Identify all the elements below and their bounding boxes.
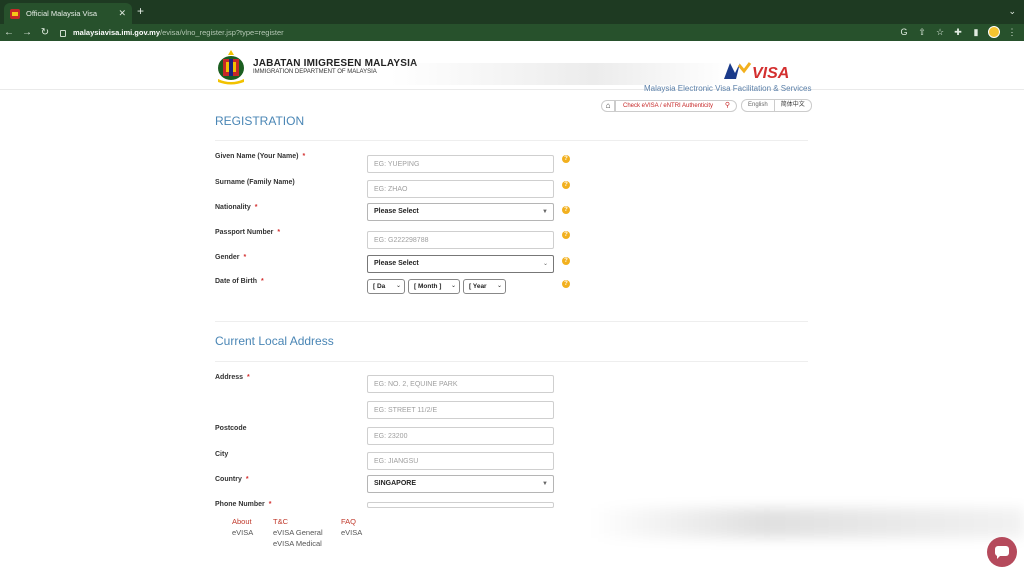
search-icon: ⚲ (724, 102, 730, 109)
help-icon[interactable]: ? (562, 181, 570, 189)
home-icon: ⌂ (605, 101, 611, 110)
forward-icon[interactable]: → (18, 27, 36, 38)
check-authenticity-button[interactable]: Check eVISA / eNTRI Authenticity ⚲ (615, 100, 737, 112)
registration-title: REGISTRATION (215, 114, 305, 128)
myvisa-logo[interactable]: VISA (722, 61, 810, 81)
browser-tab-bar: Official Malaysia Visa ✕ + ⌄ (0, 0, 1024, 24)
phone-label: Phone Number * (215, 501, 272, 508)
malaysia-crest-icon (218, 50, 244, 85)
google-icon[interactable]: G (898, 26, 910, 38)
svg-text:VISA: VISA (752, 65, 789, 81)
chevron-down-icon: ⌄ (496, 283, 502, 289)
surname-label: Surname (Family Name) (215, 179, 295, 186)
postcode-input[interactable] (367, 427, 554, 445)
nationality-label: Nationality * (215, 204, 258, 211)
surname-input[interactable] (367, 180, 554, 198)
home-button[interactable]: ⌂ (601, 100, 615, 112)
menu-kebab-icon[interactable]: ⋮ (1006, 26, 1018, 38)
footer-faq-evisa-link[interactable]: eVISA (341, 528, 362, 537)
tab-title: Official Malaysia Visa (26, 9, 98, 18)
share-icon[interactable]: ⇧ (916, 26, 928, 38)
address-title: Current Local Address (215, 334, 334, 348)
country-label: Country * (215, 476, 249, 483)
browser-actions: G ⇧ ☆ ✚ ▮ ⋮ (898, 26, 1018, 38)
sidebar-icon[interactable]: ▮ (970, 26, 982, 38)
section-divider (215, 361, 808, 362)
lang-english-button[interactable]: English (742, 100, 774, 111)
help-icon[interactable]: ? (562, 257, 570, 265)
bookmark-star-icon[interactable]: ☆ (934, 26, 946, 38)
help-icon[interactable]: ? (562, 206, 570, 214)
country-select[interactable]: SINGAPORE ▼ (367, 475, 554, 493)
gender-label: Gender * (215, 254, 247, 261)
chevron-down-icon: ▼ (542, 209, 548, 215)
dob-month-select[interactable]: [ Month ] ⌄ (408, 279, 460, 294)
postcode-label: Postcode (215, 425, 247, 432)
chevron-down-icon: ▼ (542, 481, 548, 487)
department-name-english: IMMIGRATION DEPARTMENT OF MALAYSIA (253, 69, 377, 75)
footer-tc-general-link[interactable]: eVISA General (273, 528, 323, 537)
city-label: City (215, 451, 229, 458)
back-icon[interactable]: ← (0, 27, 18, 38)
extensions-icon[interactable]: ✚ (952, 26, 964, 38)
nationality-select[interactable]: Please Select ▼ (367, 203, 554, 221)
chat-bubble-icon[interactable] (987, 537, 1017, 567)
passport-input[interactable] (367, 231, 554, 249)
reload-icon[interactable]: ↻ (36, 27, 54, 38)
footer-tc-link[interactable]: T&C (273, 517, 288, 526)
footer-tc-medical-link[interactable]: eVISA Medical (273, 539, 322, 548)
lock-icon (60, 30, 66, 37)
lang-chinese-button[interactable]: 简体中文 (773, 100, 811, 111)
url-text: malaysiavisa.imi.gov.my/evisa/vlno_regis… (73, 28, 284, 37)
check-authenticity-label: Check eVISA / eNTRI Authenticity (623, 103, 714, 109)
help-icon[interactable]: ? (562, 231, 570, 239)
given-name-input[interactable] (367, 155, 554, 173)
section-divider (215, 321, 808, 322)
chevron-down-icon: ⌄ (395, 283, 401, 289)
header-banner (390, 63, 730, 85)
footer-faq-link[interactable]: FAQ (341, 517, 356, 526)
passport-label: Passport Number * (215, 229, 281, 236)
close-tab-icon[interactable]: ✕ (118, 8, 126, 19)
help-icon[interactable]: ? (562, 280, 570, 288)
site-footer (0, 508, 1024, 577)
footer-about-link[interactable]: About (232, 517, 252, 526)
browser-toolbar: ← → ↻ malaysiavisa.imi.gov.my/evisa/vlno… (0, 24, 1024, 41)
given-name-label: Given Name (Your Name) * (215, 153, 306, 160)
browser-tab[interactable]: Official Malaysia Visa ✕ (4, 3, 132, 24)
gender-select[interactable]: Please Select ⌄ (367, 255, 554, 273)
section-divider (215, 140, 808, 141)
address-line2-input[interactable] (367, 401, 554, 419)
help-icon[interactable]: ? (562, 155, 570, 163)
dob-day-select[interactable]: [ Da ⌄ (367, 279, 405, 294)
profile-avatar[interactable] (988, 26, 1000, 38)
footer-shadow (590, 508, 1024, 538)
city-input[interactable] (367, 452, 554, 470)
chevron-down-icon: ⌄ (542, 261, 548, 267)
address-label: Address * (215, 374, 250, 381)
language-switcher: English 简体中文 (741, 99, 812, 112)
chevron-down-icon: ⌄ (450, 283, 456, 289)
tab-search-icon[interactable]: ⌄ (1008, 6, 1016, 17)
new-tab-icon[interactable]: + (137, 4, 144, 18)
url-field[interactable]: malaysiavisa.imi.gov.my/evisa/vlno_regis… (60, 26, 890, 39)
address-line1-input[interactable] (367, 375, 554, 393)
dob-year-select[interactable]: [ Year ⌄ (463, 279, 506, 294)
dob-label: Date of Birth * (215, 278, 264, 285)
site-header: JABATAN IMIGRESEN MALAYSIA IMMIGRATION D… (0, 41, 1024, 93)
header-tagline: Malaysia Electronic Visa Facilitation & … (644, 84, 812, 93)
footer-about-evisa-link[interactable]: eVISA (232, 528, 253, 537)
site-favicon-icon (10, 8, 20, 19)
